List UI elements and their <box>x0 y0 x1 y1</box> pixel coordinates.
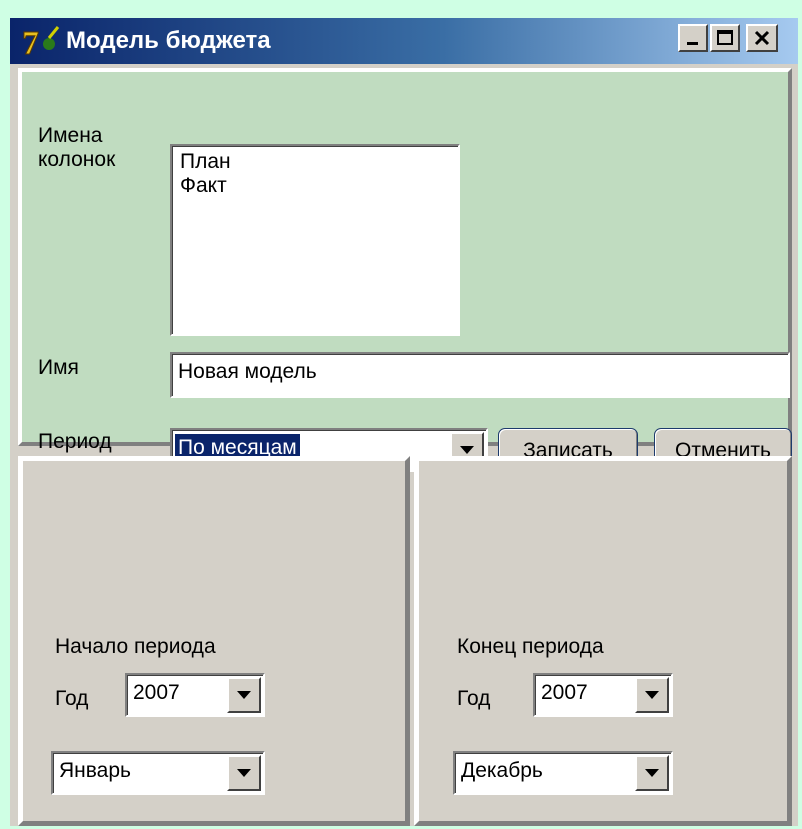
maximize-icon <box>717 30 733 45</box>
end-month-value: Декабрь <box>461 759 543 782</box>
start-year-dropdown-button[interactable] <box>227 677 261 713</box>
column-names-label-line2: колонок <box>38 148 116 171</box>
window-title: Модель бюджета <box>66 27 271 54</box>
close-icon <box>754 30 770 46</box>
column-names-label: Имена колонок <box>38 124 115 172</box>
start-month-select[interactable]: Январь <box>51 751 265 795</box>
start-month-dropdown-button[interactable] <box>227 755 261 791</box>
period-label: Период <box>38 430 112 453</box>
period-end-panel: Конец периода Год 2007 Декабрь <box>414 456 792 826</box>
start-month-value: Январь <box>59 759 131 782</box>
title-bar[interactable]: 7 Модель бюджета <box>10 18 798 64</box>
end-year-select[interactable]: 2007 <box>533 673 673 717</box>
chevron-down-icon <box>645 691 659 699</box>
column-names-label-line1: Имена <box>38 124 103 147</box>
list-item[interactable]: Факт <box>180 174 450 198</box>
period-start-title: Начало периода <box>55 635 216 658</box>
model-name-input[interactable]: Новая модель <box>170 352 790 398</box>
chevron-down-icon <box>237 691 251 699</box>
close-button[interactable] <box>746 24 778 52</box>
end-year-label: Год <box>457 687 491 710</box>
svg-text:7: 7 <box>22 25 39 58</box>
start-year-select[interactable]: 2007 <box>125 673 265 717</box>
period-start-panel: Начало периода Год 2007 Январь <box>18 456 410 826</box>
end-year-value: 2007 <box>541 681 588 704</box>
app-icon: 7 <box>22 25 60 58</box>
column-names-list[interactable]: План Факт <box>170 144 460 336</box>
chevron-down-icon <box>237 769 251 777</box>
list-item[interactable]: План <box>180 150 450 174</box>
name-label: Имя <box>38 356 79 379</box>
start-year-label: Год <box>55 687 89 710</box>
minimize-button[interactable] <box>678 24 708 52</box>
minimize-icon <box>687 42 698 45</box>
end-month-select[interactable]: Декабрь <box>453 751 673 795</box>
chevron-down-icon <box>645 769 659 777</box>
start-year-value: 2007 <box>133 681 180 704</box>
end-year-dropdown-button[interactable] <box>635 677 669 713</box>
model-settings-panel: Имена колонок План Факт Имя Новая модель… <box>18 68 792 474</box>
maximize-button[interactable] <box>710 24 740 52</box>
period-end-title: Конец периода <box>457 635 604 658</box>
end-month-dropdown-button[interactable] <box>635 755 669 791</box>
budget-model-window: 7 Модель бюджета Имена колонок План Факт… <box>10 18 798 826</box>
chevron-down-icon <box>460 446 474 454</box>
